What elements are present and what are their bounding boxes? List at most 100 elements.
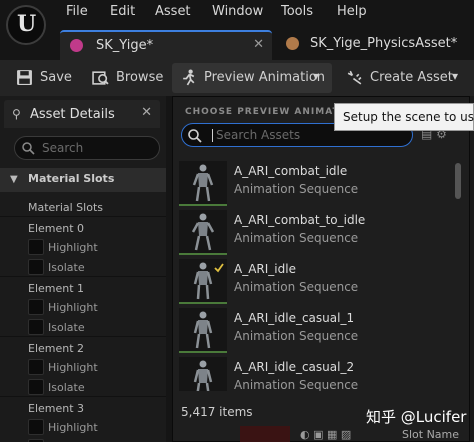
document-tabs: SK_Yige* ✕ SK_Yige_PhysicsAsset* [0, 26, 474, 60]
details-icon: ⚲ [12, 107, 21, 121]
isolate-checkbox[interactable] [28, 319, 44, 335]
preview-animation-button[interactable]: Preview Animation ▾ [172, 63, 332, 93]
preview-animation-dropdown: CHOOSE PREVIEW ANIMATION Search Assets ▤… [172, 96, 470, 442]
isolate-label: Isolate [48, 321, 85, 334]
character-figure-icon [193, 262, 224, 300]
section-header-material-slots[interactable]: ▼ Material Slots [0, 168, 166, 192]
menu-window[interactable]: Window [212, 4, 263, 19]
element-name: Element 1 [28, 282, 85, 295]
menu-edit[interactable]: Edit [110, 4, 135, 19]
animation-thumbnail [179, 308, 227, 353]
tab-label: SK_Yige* [96, 38, 154, 53]
preview-label: Preview Animation [204, 70, 326, 85]
animation-name: A_ARI_combat_to_idle [234, 213, 366, 227]
element-name: Element 0 [28, 222, 85, 235]
list-item[interactable]: A_ARI_idle_casual_1 Animation Sequence [177, 306, 459, 355]
watermark: 知乎 @Lucifer [366, 408, 467, 426]
search-placeholder: Search Assets [216, 128, 301, 142]
tab-label: Asset Details [30, 107, 115, 122]
highlight-label: Highlight [48, 361, 98, 374]
section-title: Material Slots [28, 172, 115, 185]
slot-name-header: Slot Name [402, 428, 460, 441]
skeletal-mesh-icon [70, 39, 83, 52]
close-icon[interactable]: ✕ [253, 37, 264, 52]
tooltip: Setup the scene to use a [334, 103, 474, 131]
create-asset-icon [347, 70, 362, 85]
chevron-down-icon: ▾ [313, 69, 320, 83]
animation-name: A_ARI_idle_casual_1 [234, 311, 355, 325]
animation-name: A_ARI_combat_idle [234, 164, 348, 178]
menu-help[interactable]: Help [337, 4, 367, 19]
character-figure-icon [193, 360, 213, 391]
element-name: Element 3 [28, 402, 85, 415]
animation-thumbnail [179, 357, 227, 391]
animation-name: A_ARI_idle [234, 262, 296, 276]
asset-details-panel: ⚲ Asset Details ✕ Search ▼ Material Slot… [0, 96, 166, 442]
highlight-checkbox[interactable] [28, 299, 44, 315]
toolbar: Save Browse Preview Animation ▾ Create A… [0, 60, 474, 96]
tab-sk-yige-physics-asset[interactable]: SK_Yige_PhysicsAsset* [278, 30, 474, 60]
material-slot-element: Element 3 Highlight [0, 396, 166, 442]
highlight-checkbox[interactable] [28, 419, 44, 435]
character-figure-icon [192, 164, 214, 202]
search-icon [188, 129, 202, 143]
tab-label: SK_Yige_PhysicsAsset* [310, 36, 458, 51]
right-panel-edge [470, 96, 474, 442]
physics-asset-icon [286, 37, 299, 50]
material-slot-element: Element 0 Highlight Isolate [0, 216, 166, 276]
isolate-checkbox[interactable] [28, 259, 44, 275]
browse-icon [92, 71, 109, 85]
animation-type: Animation Sequence [234, 182, 359, 196]
isolate-label: Isolate [48, 261, 85, 274]
isolate-label: Isolate [48, 381, 85, 394]
character-figure-icon [193, 311, 213, 349]
list-item[interactable]: A_ARI_combat_to_idle Animation Sequence [177, 208, 459, 257]
save-label: Save [40, 70, 72, 85]
animation-type: Animation Sequence [234, 378, 359, 391]
create-asset-label: Create Asset [370, 70, 453, 85]
animation-name: A_ARI_idle_casual_2 [234, 360, 355, 374]
animation-thumbnail [179, 161, 227, 206]
save-icon [17, 70, 32, 85]
highlight-checkbox[interactable] [28, 359, 44, 375]
material-slot-element: Element 1 Highlight Isolate [0, 276, 166, 336]
item-count: 5,417 items [181, 405, 253, 419]
menu-asset[interactable]: Asset [155, 4, 191, 19]
element-name: Element 2 [28, 342, 85, 355]
viewport-toolbar-icons[interactable]: ◐ ▣ ▦ ▨ [300, 428, 351, 441]
text-caret [212, 129, 213, 142]
unreal-logo-icon[interactable]: U [6, 5, 46, 45]
material-slots-label: Material Slots [28, 201, 103, 214]
animation-type: Animation Sequence [234, 280, 359, 294]
tab-asset-details[interactable]: ⚲ Asset Details ✕ [4, 100, 160, 128]
isolate-checkbox[interactable] [28, 379, 44, 395]
highlight-checkbox[interactable] [28, 239, 44, 255]
highlight-label: Highlight [48, 241, 98, 254]
search-icon [22, 142, 35, 155]
close-icon[interactable]: ✕ [141, 105, 152, 120]
animation-type: Animation Sequence [234, 329, 359, 343]
character-figure-icon [191, 213, 215, 251]
animation-thumbnail [179, 259, 227, 304]
animation-list: A_ARI_combat_idle Animation Sequence A_A… [177, 159, 461, 391]
tab-sk-yige[interactable]: SK_Yige* ✕ [60, 30, 272, 60]
animation-type: Animation Sequence [234, 231, 359, 245]
collapse-triangle-icon: ▼ [10, 174, 18, 185]
scrollbar-thumb[interactable] [455, 163, 461, 199]
search-placeholder: Search [42, 141, 84, 155]
list-item[interactable]: A_ARI_idle_casual_2 Animation Sequence [177, 355, 459, 391]
list-item[interactable]: A_ARI_idle Animation Sequence [177, 257, 459, 306]
menu-file[interactable]: File [66, 4, 88, 19]
search-input[interactable]: Search [14, 136, 160, 160]
chevron-down-icon: ▾ [452, 69, 459, 83]
list-item[interactable]: A_ARI_combat_idle Animation Sequence [177, 159, 459, 208]
highlight-label: Highlight [48, 301, 98, 314]
menu-bar: U File Edit Asset Window Tools Help [0, 0, 474, 45]
viewport-preview [240, 426, 290, 442]
tooltip-text: Setup the scene to use a [343, 110, 474, 124]
browse-label: Browse [116, 70, 164, 85]
animation-thumbnail [179, 210, 227, 255]
menu-tools[interactable]: Tools [281, 4, 313, 19]
material-slot-element: Element 2 Highlight Isolate [0, 336, 166, 396]
running-man-icon [183, 69, 195, 86]
